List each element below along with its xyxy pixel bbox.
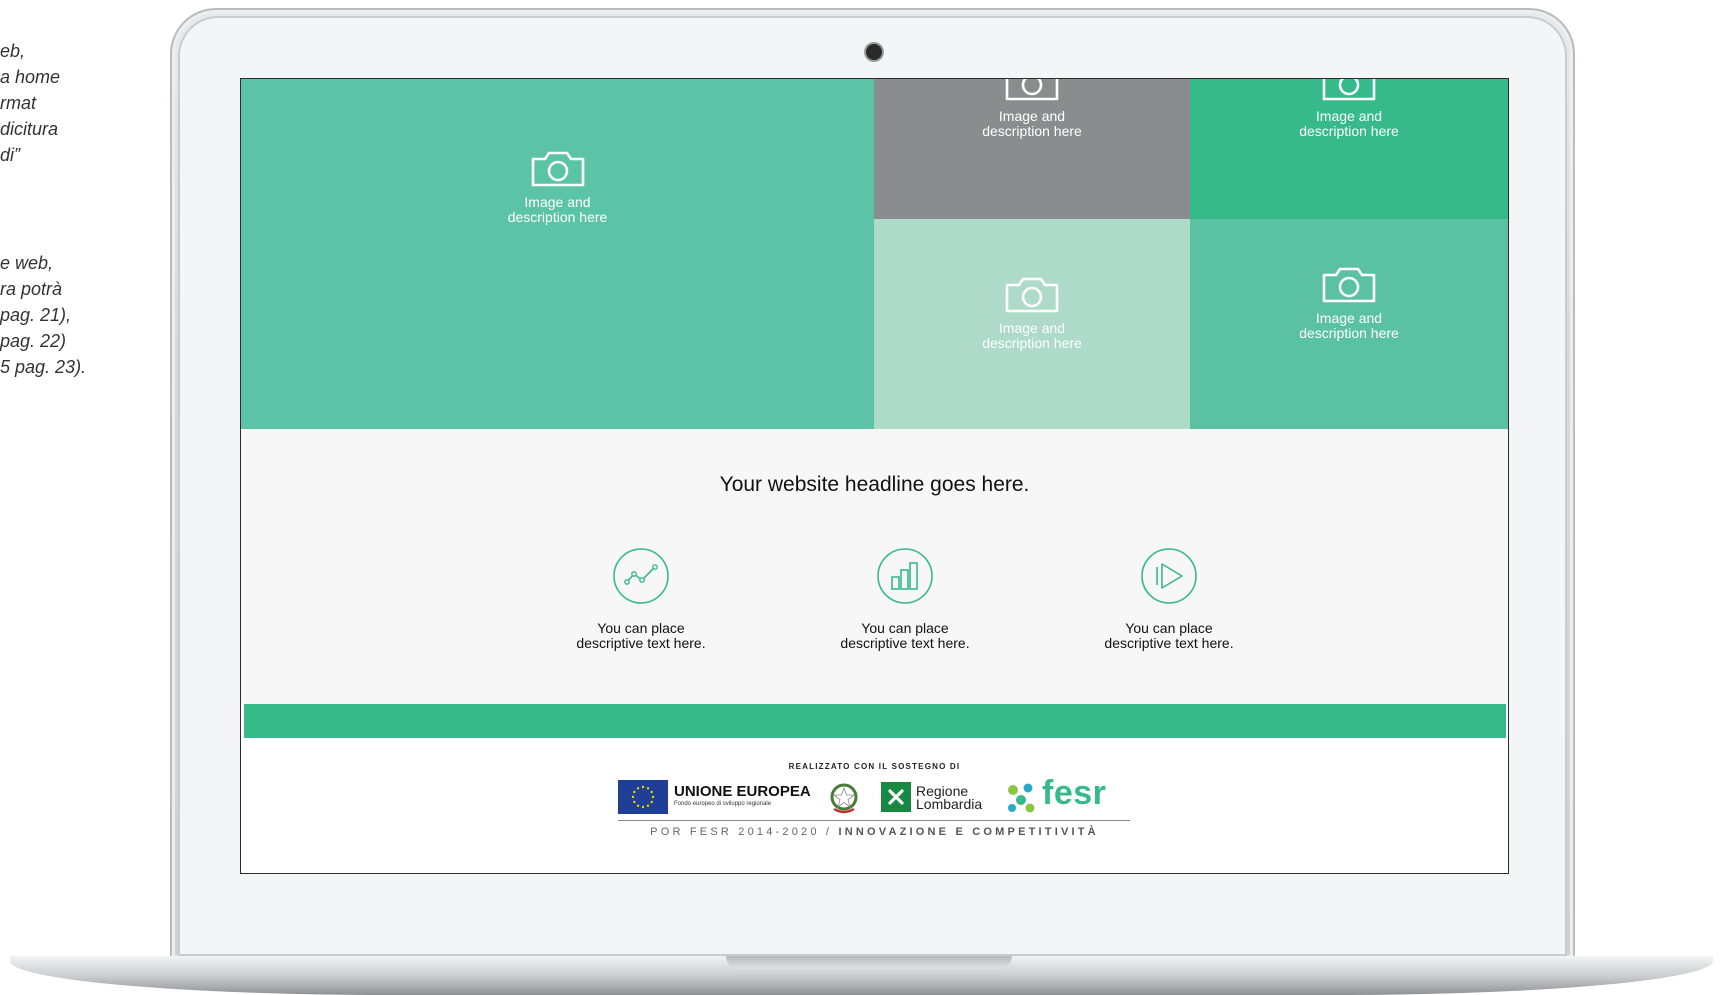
- eu-title: UNIONE EUROPEA: [674, 783, 811, 800]
- camera-icon: [1003, 78, 1061, 103]
- side-note-line: pag. 22): [0, 331, 67, 351]
- camera-icon: [1320, 78, 1378, 103]
- page-headline: Your website headline goes here.: [719, 473, 1030, 496]
- footer-divider: [618, 820, 1130, 821]
- hero-tile-light[interactable]: Image and description here: [874, 219, 1190, 429]
- feature-text: You can place descriptive text here.: [1104, 620, 1234, 651]
- fesr-wordmark: fesr: [1042, 774, 1107, 812]
- footer-accent-bar: [244, 704, 1506, 738]
- support-label: REALIZZATO CON IL SOSTEGNO DI: [788, 762, 961, 771]
- play-icon: [1141, 548, 1197, 604]
- laptop-notch: [726, 956, 1012, 969]
- bar-chart-icon: [877, 548, 933, 604]
- side-note-line: a home: [0, 67, 61, 87]
- camera-icon: [1003, 275, 1061, 315]
- lombardia-label: Regione Lombardia: [916, 783, 983, 812]
- side-note-line: rmat: [0, 93, 36, 113]
- feature-item[interactable]: You can place descriptive text here.: [541, 547, 741, 651]
- side-note-line: dicitura: [0, 119, 59, 139]
- tile-caption: Image and description here: [1299, 108, 1399, 139]
- sponsor-logos: UNIONE EUROPEA Fondo europeo di sviluppo…: [618, 774, 1130, 816]
- hero-tile-green[interactable]: Image and description here: [1190, 79, 1508, 219]
- side-note-line: di”: [0, 145, 21, 165]
- camera-icon: [1320, 265, 1378, 305]
- feature-text: You can place descriptive text here.: [576, 620, 706, 651]
- hero-tile-gray[interactable]: Image and description here: [874, 79, 1190, 219]
- side-note-line: e web,: [0, 253, 54, 273]
- tile-caption: Image and description here: [507, 194, 608, 225]
- eu-subtitle: Fondo europeo di sviluppo regionale: [674, 801, 772, 807]
- fesr-logo-icon: [1008, 783, 1035, 813]
- feature-item[interactable]: You can place descriptive text here.: [1069, 547, 1269, 651]
- tile-caption: Image and description here: [1299, 310, 1399, 341]
- webcam-icon: [866, 44, 882, 60]
- side-note-block-b: e web, ra potrà pag. 21), pag. 22) 5 pag…: [0, 250, 170, 380]
- italy-emblem-icon: [830, 783, 858, 814]
- sponsor-footer: REALIZZATO CON IL SOSTEGNO DI UNIONE EUR…: [241, 738, 1508, 873]
- tile-caption: Image and description here: [982, 320, 1082, 351]
- side-note-line: ra potrà: [0, 279, 63, 299]
- camera-icon: [529, 149, 587, 189]
- features-section: Your website headline goes here. You can…: [241, 429, 1508, 704]
- website-screen: Image and description here Image and des…: [240, 78, 1509, 874]
- feature-text: You can place descriptive text here.: [840, 620, 970, 651]
- hero-tile-mid[interactable]: Image and description here: [1190, 219, 1508, 429]
- line-chart-icon: [613, 548, 669, 604]
- side-note-line: 5 pag. 23).: [0, 357, 87, 377]
- side-note-line: eb,: [0, 41, 26, 61]
- hero-tile-main[interactable]: Image and description here: [241, 79, 874, 429]
- lombardia-logo-icon: [881, 782, 911, 812]
- side-note-block-a: eb, a home rmat dicitura di”: [0, 38, 170, 168]
- tile-caption: Image and description here: [982, 108, 1082, 139]
- eu-flag-icon: [618, 780, 668, 814]
- feature-item[interactable]: You can place descriptive text here.: [805, 547, 1005, 651]
- side-note-line: pag. 21),: [0, 305, 72, 325]
- programme-label: POR FESR 2014-2020 / INNOVAZIONE E COMPE…: [650, 826, 1099, 838]
